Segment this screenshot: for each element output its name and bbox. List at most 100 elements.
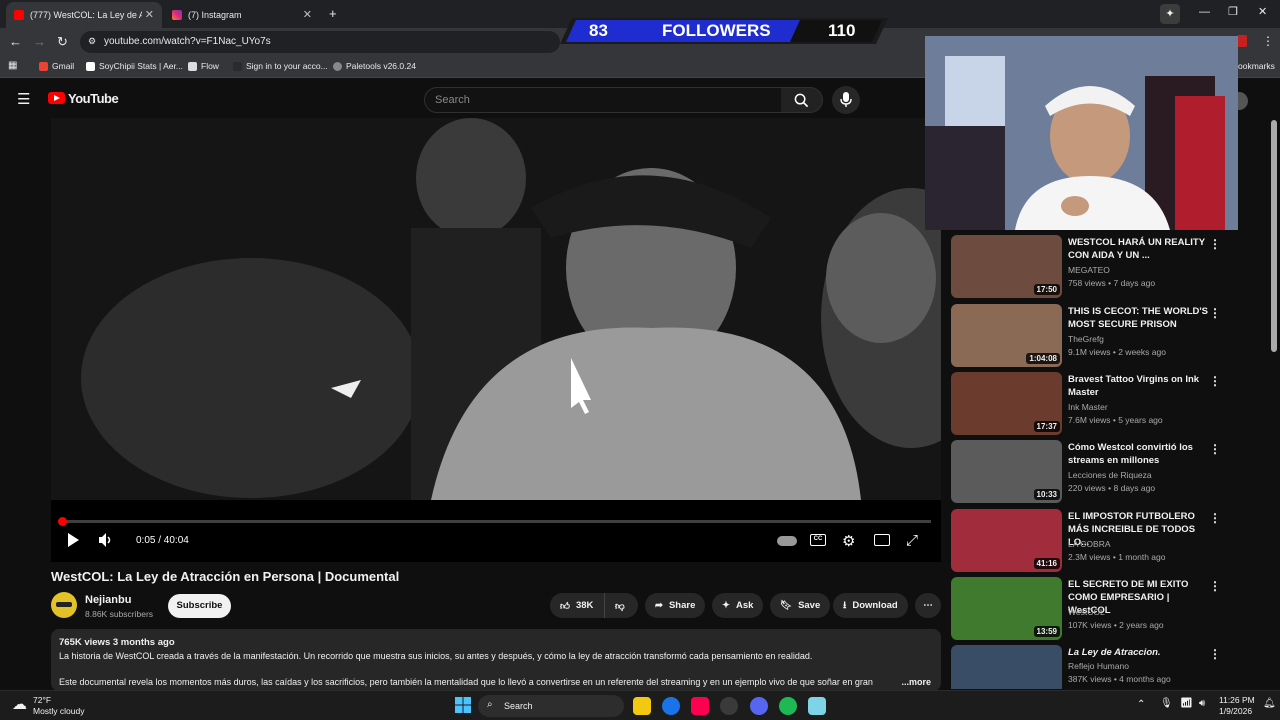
windows-start-icon[interactable] bbox=[455, 697, 471, 713]
address-bar[interactable]: ⚙ youtube.com/watch?v=F1Nac_UYo7s bbox=[80, 31, 560, 53]
taskbar-search[interactable]: ⌕ Search bbox=[478, 695, 624, 717]
close-tab-icon[interactable]: ✕ bbox=[303, 8, 312, 21]
app-icon[interactable] bbox=[720, 697, 738, 715]
forward-icon[interactable]: → bbox=[33, 34, 46, 49]
wifi-icon[interactable]: 📶︎ bbox=[1180, 698, 1193, 709]
recommendation-channel[interactable]: MEGATEO bbox=[1068, 265, 1110, 275]
subscribe-button[interactable]: Subscribe bbox=[168, 594, 231, 618]
minimize-icon[interactable]: — bbox=[1199, 6, 1210, 18]
progress-bar[interactable] bbox=[61, 520, 931, 523]
fullscreen-icon[interactable]: ⤢ bbox=[906, 532, 918, 549]
bookmark-paletools[interactable]: Paletools v26.0.24 bbox=[333, 61, 416, 71]
scrubber-handle[interactable] bbox=[58, 517, 67, 526]
like-button[interactable]: 👍︎ 38K bbox=[550, 593, 604, 618]
recommendation-item[interactable]: La Ley de Atraccion. Reflejo Humano 387K… bbox=[951, 645, 1251, 689]
apps-grid-icon[interactable]: ▦ bbox=[8, 60, 17, 71]
recommendation-title[interactable]: Cómo Westcol convirtió los streams en mi… bbox=[1068, 441, 1208, 467]
notification-bell-icon[interactable]: 🔔︎ bbox=[1263, 698, 1276, 709]
reload-icon[interactable]: ↻ bbox=[57, 34, 68, 50]
microphone-tray-icon[interactable]: 🎙︎ bbox=[1160, 698, 1173, 709]
kebab-menu-icon[interactable]: ⋮ bbox=[1209, 237, 1221, 251]
kebab-menu-icon[interactable]: ⋮ bbox=[1209, 442, 1221, 456]
tray-overflow-icon[interactable]: ⌃ bbox=[1137, 699, 1145, 710]
bookmark-signin[interactable]: Sign in to your acco... bbox=[233, 61, 328, 71]
kebab-menu-icon[interactable]: ⋮ bbox=[1209, 579, 1221, 593]
close-tab-icon[interactable]: ✕ bbox=[145, 8, 154, 21]
ask-button[interactable]: ✦ Ask bbox=[712, 593, 764, 618]
recommendation-item[interactable]: 41:16 EL IMPOSTOR FUTBOLERO MÁS INCREIBL… bbox=[951, 509, 1251, 573]
video-frame[interactable] bbox=[51, 118, 941, 500]
chrome-icon[interactable] bbox=[662, 697, 680, 715]
voice-search-button[interactable] bbox=[832, 86, 860, 114]
youtube-logo-text[interactable]: YouTube bbox=[68, 91, 119, 106]
recommendation-item[interactable]: 17:50 WESTCOL HARÁ UN REALITY CON AIDA Y… bbox=[951, 235, 1251, 299]
tiktok-icon[interactable] bbox=[691, 697, 709, 715]
recommendation-thumbnail[interactable] bbox=[951, 645, 1062, 689]
gemini-sparkle-icon[interactable]: ✦ bbox=[1160, 4, 1180, 24]
dislike-button[interactable]: 👎︎ bbox=[604, 593, 638, 618]
back-icon[interactable]: ← bbox=[9, 34, 22, 49]
description-box[interactable]: 765K views 3 months ago La historia de W… bbox=[51, 629, 941, 691]
recommendation-channel[interactable]: Lecciones de Riqueza bbox=[1068, 470, 1152, 480]
discord-icon[interactable] bbox=[750, 697, 768, 715]
channel-name[interactable]: Nejianbu bbox=[85, 594, 131, 606]
download-button[interactable]: ⭳ Download bbox=[833, 593, 908, 618]
recommendation-title[interactable]: WESTCOL HARÁ UN REALITY CON AIDA Y UN ..… bbox=[1068, 236, 1208, 262]
kebab-menu-icon[interactable]: ⋮ bbox=[1209, 647, 1221, 661]
recommendation-meta: 758 views • 7 days ago bbox=[1068, 278, 1156, 288]
notepad-icon[interactable] bbox=[808, 697, 826, 715]
hamburger-menu-icon[interactable]: ☰ bbox=[17, 90, 30, 108]
kebab-menu-icon[interactable]: ⋮ bbox=[1209, 306, 1221, 320]
share-label: Share bbox=[668, 600, 696, 611]
recommendation-channel[interactable]: WestCOL bbox=[1068, 607, 1105, 617]
spotify-icon[interactable] bbox=[779, 697, 797, 715]
channel-avatar[interactable] bbox=[51, 592, 77, 618]
all-bookmarks-label[interactable]: ookmarks bbox=[1238, 61, 1275, 71]
volume-button[interactable] bbox=[98, 532, 114, 552]
recommendation-title[interactable]: Bravest Tattoo Virgins on Ink Master bbox=[1068, 373, 1208, 399]
save-button[interactable]: 🔖︎ Save bbox=[770, 593, 831, 618]
search-input[interactable]: Search bbox=[424, 87, 782, 113]
bookmark-soychipii[interactable]: SoyChipii Stats | Aer... bbox=[86, 61, 183, 71]
weather-icon[interactable]: ☁ bbox=[12, 695, 27, 713]
search-button[interactable] bbox=[781, 87, 823, 113]
recommendation-item[interactable]: 13:59 EL SECRETO DE MI EXITO COMO EMPRES… bbox=[951, 577, 1251, 641]
profile-icon[interactable] bbox=[1237, 35, 1247, 47]
recommendation-channel[interactable]: TheGrefg bbox=[1068, 334, 1104, 344]
restore-icon[interactable]: ❐ bbox=[1228, 5, 1238, 18]
menu-kebab-icon[interactable]: ⋮ bbox=[1262, 34, 1274, 48]
recommendation-channel[interactable]: LA COBRA bbox=[1068, 539, 1111, 549]
recommendation-item[interactable]: 1:04:08 THIS IS CECOT: THE WORLD'S MOST … bbox=[951, 304, 1251, 368]
weather-temp[interactable]: 72°F bbox=[33, 695, 51, 705]
settings-gear-icon[interactable]: ⚙ bbox=[842, 532, 855, 550]
theater-mode-icon[interactable] bbox=[874, 534, 890, 546]
kebab-menu-icon[interactable]: ⋮ bbox=[1209, 374, 1221, 388]
clock-time[interactable]: 11:26 PM bbox=[1219, 695, 1255, 705]
clock-date[interactable]: 1/9/2026 bbox=[1219, 706, 1252, 716]
play-button[interactable] bbox=[66, 532, 80, 552]
new-tab-icon[interactable]: + bbox=[329, 6, 337, 21]
captions-icon[interactable]: CC bbox=[810, 534, 826, 546]
recommendation-item[interactable]: 17:37 Bravest Tattoo Virgins on Ink Mast… bbox=[951, 372, 1251, 436]
more-actions-button[interactable]: ⋯ bbox=[915, 593, 941, 618]
recommendation-title[interactable]: La Ley de Atraccion. bbox=[1068, 646, 1208, 659]
tab-youtube[interactable]: (777) WestCOL: La Ley de Atrac ✕ bbox=[6, 2, 162, 28]
recommendation-channel[interactable]: Reflejo Humano bbox=[1068, 661, 1129, 671]
scrollbar-thumb[interactable] bbox=[1271, 120, 1277, 352]
share-button[interactable]: ➦ Share bbox=[645, 593, 706, 618]
tab-instagram[interactable]: (7) Instagram ✕ bbox=[164, 2, 320, 28]
file-explorer-icon[interactable] bbox=[633, 697, 651, 715]
site-info-icon[interactable]: ⚙ bbox=[88, 36, 96, 47]
bookmark-flow[interactable]: Flow bbox=[188, 61, 219, 71]
recommendation-channel[interactable]: Ink Master bbox=[1068, 402, 1108, 412]
recommendation-title[interactable]: THIS IS CECOT: THE WORLD'S MOST SECURE P… bbox=[1068, 305, 1208, 331]
video-player[interactable]: 0:05 / 40:04 CC ⚙ ⤢ bbox=[51, 118, 941, 562]
kebab-menu-icon[interactable]: ⋮ bbox=[1209, 511, 1221, 525]
bookmark-gmail[interactable]: Gmail bbox=[39, 61, 74, 71]
show-more-link[interactable]: ...more bbox=[901, 677, 931, 687]
autoplay-toggle[interactable] bbox=[777, 536, 797, 546]
speaker-icon[interactable]: 🔊︎ bbox=[1199, 698, 1205, 709]
weather-desc[interactable]: Mostly cloudy bbox=[33, 706, 85, 716]
recommendation-item[interactable]: 10:33 Cómo Westcol convirtió los streams… bbox=[951, 440, 1251, 504]
close-window-icon[interactable]: ✕ bbox=[1258, 5, 1267, 18]
